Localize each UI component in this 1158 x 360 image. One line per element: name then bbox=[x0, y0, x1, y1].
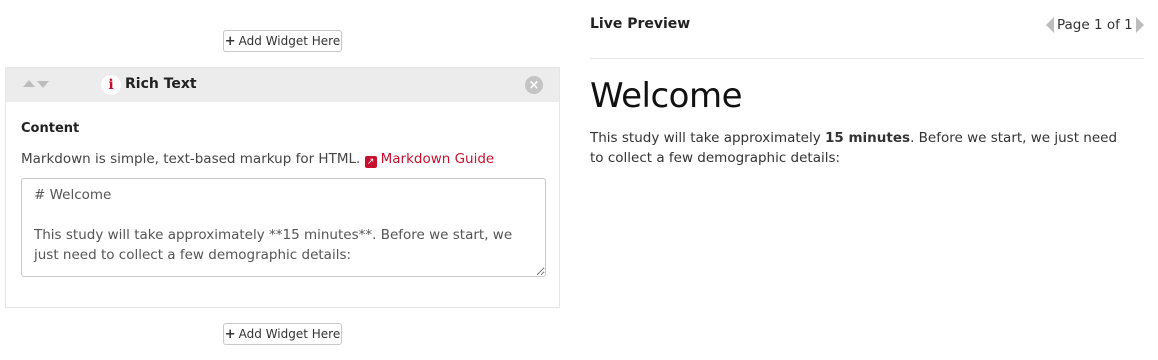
preview-body: This study will take approximately 15 mi… bbox=[590, 128, 1130, 168]
preview-body-prefix: This study will take approximately bbox=[590, 130, 825, 146]
move-up-icon[interactable] bbox=[23, 80, 35, 87]
content-label: Content bbox=[21, 121, 80, 136]
info-icon[interactable]: i bbox=[101, 75, 121, 95]
plus-icon: + bbox=[224, 33, 236, 49]
preview-body-bold: 15 minutes bbox=[825, 130, 911, 146]
close-icon[interactable]: × bbox=[525, 76, 543, 94]
help-text-line: Markdown is simple, text-based markup fo… bbox=[21, 151, 494, 168]
add-widget-button-top[interactable]: + Add Widget Here bbox=[223, 30, 342, 52]
help-text: Markdown is simple, text-based markup fo… bbox=[21, 151, 361, 167]
markdown-guide-label: Markdown Guide bbox=[380, 151, 495, 167]
divider bbox=[590, 58, 1144, 59]
preview-heading: Welcome bbox=[590, 76, 743, 116]
previous-page-icon[interactable] bbox=[1046, 17, 1054, 33]
add-widget-label: Add Widget Here bbox=[238, 34, 341, 48]
page-indicator: Page 1 of 1 bbox=[1057, 17, 1133, 33]
next-page-icon[interactable] bbox=[1135, 17, 1144, 33]
markdown-editor[interactable]: # Welcome This study will take approxima… bbox=[21, 178, 546, 277]
live-preview-title: Live Preview bbox=[590, 16, 691, 32]
plus-icon: + bbox=[224, 326, 236, 342]
widget-title: Rich Text bbox=[125, 76, 197, 92]
markdown-guide-link[interactable]: ↗ Markdown Guide bbox=[364, 151, 495, 168]
add-widget-button-bottom[interactable]: + Add Widget Here bbox=[223, 323, 342, 345]
external-link-icon: ↗ bbox=[364, 156, 377, 168]
reorder-controls bbox=[23, 80, 49, 88]
add-widget-label: Add Widget Here bbox=[238, 327, 341, 341]
widget-header: i Rich Text × bbox=[6, 68, 559, 102]
move-down-icon[interactable] bbox=[37, 81, 49, 88]
rich-text-widget: i Rich Text × Content Markdown is simple… bbox=[5, 67, 560, 308]
pager: Page 1 of 1 bbox=[1046, 17, 1144, 33]
